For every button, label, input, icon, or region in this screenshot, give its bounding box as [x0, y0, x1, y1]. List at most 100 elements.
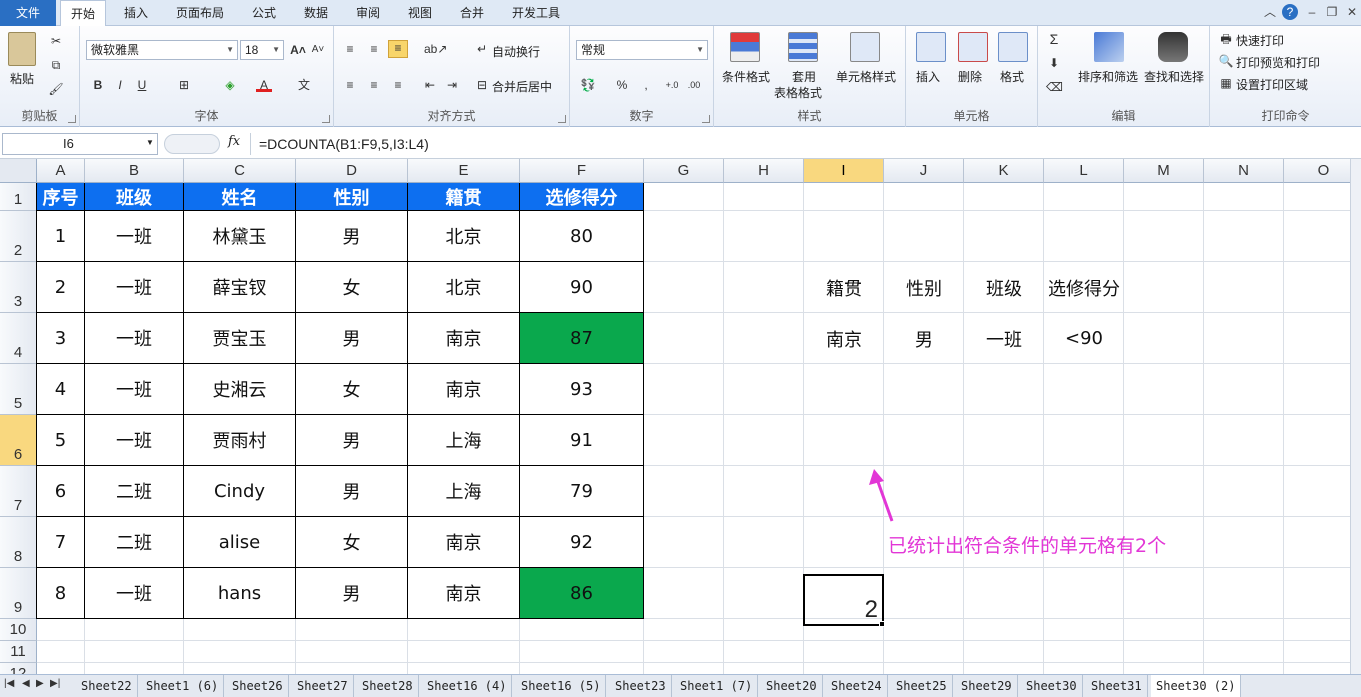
table-cell[interactable]: hans — [184, 568, 296, 619]
row-header-11[interactable]: 11 — [0, 641, 37, 663]
print-preview-button[interactable]: 打印预览和打印 — [1236, 54, 1320, 71]
cell-styles-button[interactable]: 单元格样式 — [836, 68, 896, 85]
align-middle-icon[interactable]: ≡ — [366, 42, 382, 56]
table-header-cell[interactable]: 序号 — [37, 183, 85, 211]
comma-button[interactable]: , — [638, 78, 654, 92]
paste-button[interactable]: 粘贴 — [10, 70, 34, 87]
table-cell[interactable]: 5 — [37, 415, 85, 466]
find-select-icon[interactable] — [1158, 32, 1188, 62]
sort-filter-icon[interactable] — [1094, 32, 1124, 62]
column-header-N[interactable]: N — [1204, 159, 1284, 183]
table-cell[interactable]: 南京 — [408, 313, 520, 364]
sheet-tab[interactable]: Sheet22 — [76, 675, 138, 697]
print-preview-icon[interactable]: 🔍 — [1218, 54, 1234, 68]
align-left-icon[interactable]: ≡ — [342, 78, 358, 92]
sheet-tab[interactable]: Sheet29 — [956, 675, 1018, 697]
table-cell[interactable]: 一班 — [85, 313, 184, 364]
sheet-tab[interactable]: Sheet20 — [761, 675, 823, 697]
table-cell[interactable]: Cindy — [184, 466, 296, 517]
table-cell[interactable]: 上海 — [408, 415, 520, 466]
table-cell[interactable]: 男 — [296, 568, 408, 619]
criteria-value-cell[interactable]: <90 — [1044, 313, 1124, 364]
column-header-H[interactable]: H — [724, 159, 804, 183]
clipboard-launcher-icon[interactable] — [68, 115, 76, 123]
align-center-icon[interactable]: ≡ — [366, 78, 382, 92]
conditional-format-button[interactable]: 条件格式 — [722, 68, 770, 85]
copy-icon[interactable]: ⧉ — [48, 58, 64, 72]
table-cell[interactable]: alise — [184, 517, 296, 568]
sheet-tab[interactable]: Sheet16 (4) — [422, 675, 513, 697]
table-cell[interactable]: 二班 — [85, 517, 184, 568]
grow-font-icon[interactable]: A˄ — [290, 43, 306, 57]
table-cell[interactable]: 女 — [296, 364, 408, 415]
criteria-header-cell[interactable]: 籍贯 — [804, 262, 884, 313]
sheet-tab[interactable]: Sheet1 (7) — [675, 675, 759, 697]
restore-icon[interactable]: ❐ — [1324, 4, 1340, 20]
criteria-header-cell[interactable]: 选修得分 — [1044, 262, 1124, 313]
next-sheet-icon[interactable]: ▶ — [36, 678, 44, 689]
increase-indent-icon[interactable]: ⇥ — [444, 78, 460, 92]
delete-cells-button[interactable]: 删除 — [958, 68, 982, 85]
table-cell[interactable]: 男 — [296, 313, 408, 364]
sheet-tab[interactable]: Sheet31 — [1086, 675, 1148, 697]
minimize-icon[interactable]: – — [1304, 4, 1320, 20]
tab-data[interactable]: 数据 — [294, 0, 338, 26]
column-header-G[interactable]: G — [644, 159, 724, 183]
underline-button[interactable]: U — [134, 78, 150, 92]
table-cell[interactable]: 女 — [296, 262, 408, 313]
table-cell[interactable]: 女 — [296, 517, 408, 568]
table-cell[interactable]: 南京 — [408, 364, 520, 415]
column-header-I[interactable]: I — [804, 159, 884, 183]
table-cell[interactable]: 3 — [37, 313, 85, 364]
column-header-J[interactable]: J — [884, 159, 964, 183]
decrease-indent-icon[interactable]: ⇤ — [422, 78, 438, 92]
column-header-K[interactable]: K — [964, 159, 1044, 183]
font-name-select[interactable]: 微软雅黑 ▼ — [86, 40, 238, 60]
currency-icon[interactable]: 💱 — [580, 78, 596, 92]
format-as-table-icon[interactable] — [788, 32, 818, 62]
find-select-button[interactable]: 查找和选择 — [1144, 68, 1204, 85]
name-box-dropdown-icon[interactable]: ▼ — [146, 138, 154, 147]
quick-print-button[interactable]: 快速打印 — [1236, 32, 1284, 49]
table-cell[interactable]: 史湘云 — [184, 364, 296, 415]
row-header-9[interactable]: 9 — [0, 568, 37, 619]
table-cell[interactable]: 北京 — [408, 211, 520, 262]
tab-insert[interactable]: 插入 — [114, 0, 158, 26]
row-header-3[interactable]: 3 — [0, 262, 37, 313]
table-cell[interactable]: 一班 — [85, 364, 184, 415]
print-area-icon[interactable]: ▦ — [1218, 76, 1234, 90]
phonetic-icon[interactable]: 文 — [296, 78, 312, 92]
number-launcher-icon[interactable] — [702, 115, 710, 123]
bold-button[interactable]: B — [90, 78, 106, 92]
merge-center-icon[interactable]: ⊟ — [474, 78, 490, 92]
criteria-header-cell[interactable]: 性别 — [884, 262, 964, 313]
font-color-icon[interactable]: A — [256, 78, 272, 92]
tab-formulas[interactable]: 公式 — [242, 0, 286, 26]
tab-page-layout[interactable]: 页面布局 — [166, 0, 234, 26]
last-sheet-icon[interactable]: ▶| — [50, 678, 60, 689]
table-cell[interactable]: 林黛玉 — [184, 211, 296, 262]
sheet-tab[interactable]: Sheet1 (6) — [141, 675, 225, 697]
conditional-format-icon[interactable] — [730, 32, 760, 62]
sheet-tab[interactable]: Sheet30 (2) — [1151, 675, 1242, 697]
align-bottom-icon[interactable]: ≡ — [388, 40, 408, 58]
sheet-tab[interactable]: Sheet23 — [610, 675, 672, 697]
alignment-launcher-icon[interactable] — [558, 115, 566, 123]
name-box[interactable]: I6 — [2, 133, 158, 155]
insert-function-button[interactable]: fx — [228, 134, 240, 149]
format-cells-button[interactable]: 格式 — [1000, 68, 1024, 85]
table-cell[interactable]: 93 — [520, 364, 644, 415]
delete-cells-icon[interactable] — [958, 32, 988, 62]
clear-icon[interactable]: ⌫ — [1046, 80, 1063, 94]
column-header-B[interactable]: B — [85, 159, 184, 183]
table-header-cell[interactable]: 班级 — [85, 183, 184, 211]
table-cell[interactable]: 80 — [520, 211, 644, 262]
insert-cells-button[interactable]: 插入 — [916, 68, 940, 85]
table-cell[interactable]: 南京 — [408, 568, 520, 619]
table-cell[interactable]: 北京 — [408, 262, 520, 313]
decrease-decimal-icon[interactable]: .00 — [686, 78, 702, 92]
row-header-1[interactable]: 1 — [0, 183, 37, 211]
table-cell[interactable]: 上海 — [408, 466, 520, 517]
column-header-E[interactable]: E — [408, 159, 520, 183]
table-cell[interactable]: 4 — [37, 364, 85, 415]
